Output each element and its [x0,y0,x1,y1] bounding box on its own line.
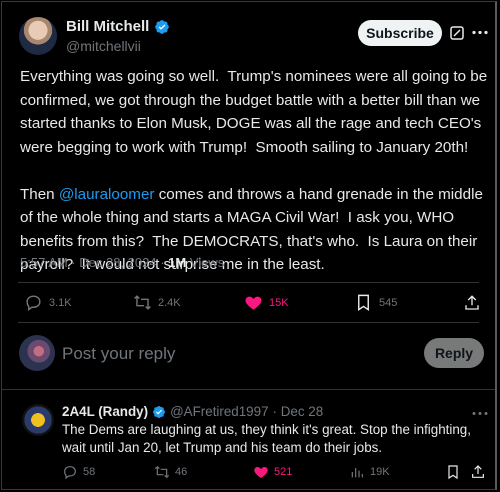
repost-count: 2.4K [158,296,181,309]
reply-input[interactable]: Post your reply [62,344,175,364]
comment-repost-count: 46 [175,466,188,478]
bookmark-icon [358,294,369,311]
comment-views-action[interactable]: 19K [349,464,390,480]
reply-icon [26,295,41,312]
views-label: Views [186,255,225,270]
like-count: 15K [269,296,289,309]
bookmark-action[interactable]: 545 [354,293,397,312]
author-avatar[interactable] [19,17,57,55]
comment-header: 2A4L (Randy) @AFretired1997 · Dec 28 [62,404,323,419]
divider [18,282,479,283]
more-options-icon[interactable] [472,411,488,416]
comment-author-avatar[interactable] [22,404,54,436]
divider [18,322,479,323]
comment-reply-action[interactable]: 58 [62,464,95,480]
author-name[interactable]: Bill Mitchell [66,18,149,35]
reply-action[interactable]: 3.1K [24,293,72,312]
verified-badge-icon [153,405,166,418]
comment-like-action[interactable]: 521 [253,464,292,480]
comment-repost-action[interactable]: 46 [154,464,187,480]
views-count: 1M [168,255,187,270]
analytics-icon [351,468,363,478]
repost-action[interactable]: 2.4K [133,293,181,312]
reply-count: 3.1K [49,296,72,309]
grok-icon[interactable] [450,26,464,40]
verified-badge-icon [155,19,170,34]
comment-like-count: 521 [274,466,293,478]
more-options-icon[interactable] [472,30,488,35]
share-icon[interactable] [470,464,486,480]
share-icon[interactable] [463,294,481,312]
tweet-meta: 5:57 AM · Dec 28, 2024 · 1M Views [20,255,224,270]
comment-reply-count: 58 [83,466,96,478]
current-user-avatar [19,335,55,371]
tweet-text-part1: Everything was going so well. Trump's no… [20,68,488,203]
tweet-detail-panel: Bill Mitchell @mitchellvii Subscribe Eve… [1,1,497,490]
tweet-timestamp[interactable]: 5:57 AM · Dec 28, 2024 · [20,255,168,270]
comment-text: The Dems are laughing at us, they think … [62,422,471,455]
mention-link[interactable]: @lauraloomer [59,186,155,203]
comment-author-name[interactable]: 2A4L (Randy) [62,404,148,419]
tweet-text: Everything was going so well. Trump's no… [20,65,488,277]
author-name-row: Bill Mitchell [66,18,170,35]
subscribe-button[interactable]: Subscribe [358,20,442,46]
reply-button[interactable]: Reply [424,338,484,368]
like-action[interactable]: 15K [244,293,289,312]
reply-icon [64,466,76,480]
bookmark-count: 545 [379,296,398,309]
comment-author-handle[interactable]: @AFretired1997 [170,404,268,419]
author-handle[interactable]: @mitchellvii [66,38,141,54]
repost-icon [134,295,151,310]
heart-icon [254,467,268,478]
comment-views-count: 19K [370,466,390,478]
bookmark-icon[interactable] [445,464,461,480]
heart-icon [245,296,262,310]
repost-icon [154,465,170,479]
divider [2,389,495,390]
comment-date[interactable]: · Dec 28 [273,404,324,419]
